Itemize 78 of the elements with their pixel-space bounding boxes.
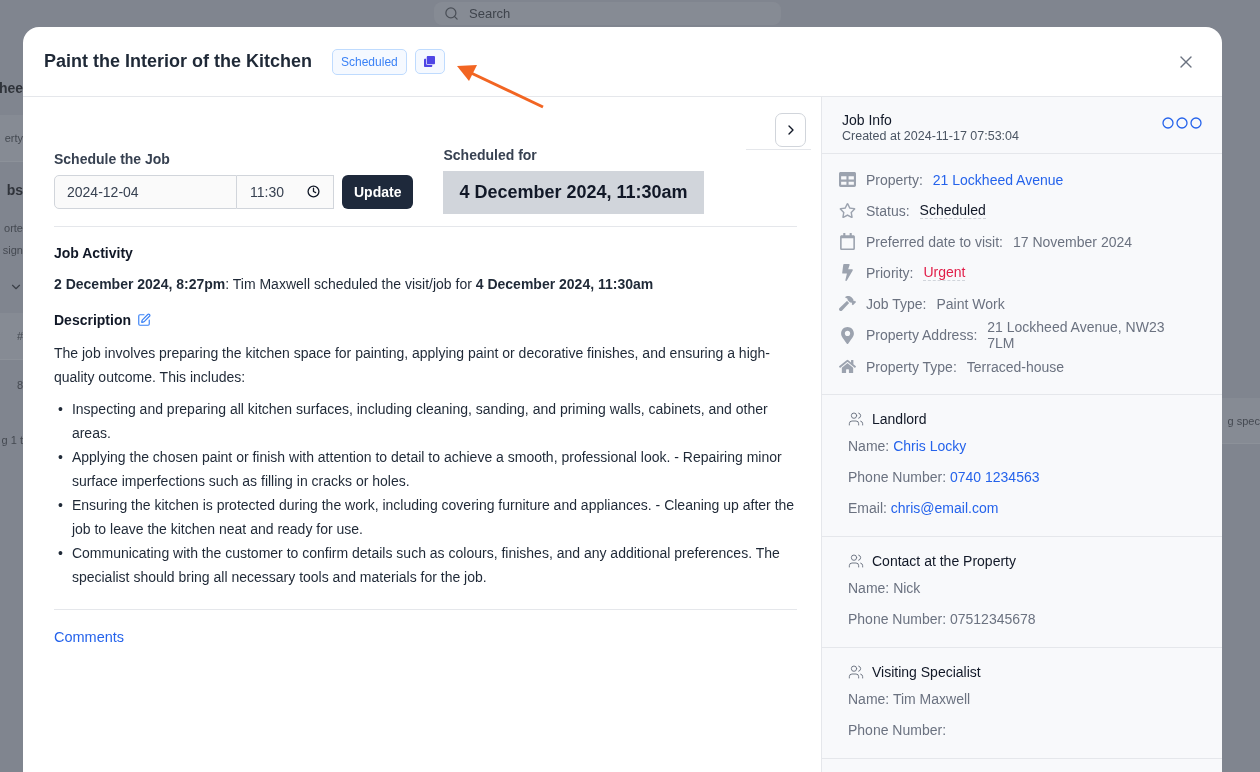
background-text: hee (0, 79, 23, 96)
contact-value: 07512345678 (949, 611, 1036, 627)
users-icon (848, 411, 864, 427)
contact-label: Name: (848, 580, 890, 596)
created-date: Created at 2024-11-17 07:53:04 (842, 129, 1019, 143)
schedule-label: Schedule the Job (54, 151, 171, 167)
users-icon (848, 553, 864, 569)
search-field[interactable]: Search (434, 2, 781, 25)
background-text: bs (6, 181, 23, 198)
users-icon (848, 664, 864, 680)
background-text: 8 (16, 379, 23, 391)
background-text: # (16, 330, 23, 342)
more-icon[interactable] (1162, 117, 1202, 129)
house-icon (838, 358, 856, 375)
bullet-mark: • (57, 544, 63, 563)
copy-button[interactable] (414, 49, 445, 74)
scheduled-for-label: Scheduled for (443, 147, 538, 163)
contact-label: Phone Number: (848, 611, 947, 627)
map-pin-icon (838, 326, 856, 344)
panel-title: Job Info (842, 112, 893, 128)
contact-title: Visiting Specialist (872, 664, 981, 680)
contact-link[interactable]: Chris Locky (893, 438, 967, 454)
edit-icon[interactable] (137, 313, 151, 327)
contact-title: Contact at the Property (872, 553, 1016, 569)
date-field[interactable]: 2024-12-04 (54, 175, 237, 209)
info-value: 17 November 2024 (1012, 233, 1133, 250)
info-label: Property Address: (866, 327, 978, 343)
contact-link[interactable]: 0740 1234563 (949, 469, 1040, 485)
time-field[interactable]: 11:30 (237, 175, 334, 209)
description-item: Ensuring the kitchen is protected during the work, including covering furniture and appliances. - Cleaning up after the job to leave the kitchen neat and ready for use. (71, 496, 796, 539)
info-value: Scheduled (919, 202, 986, 219)
dialog-title: Paint the Interior of the Kitchen (44, 51, 312, 72)
contact-label: Name: (848, 691, 890, 707)
update-button[interactable]: Update (342, 175, 414, 209)
info-label: Job Type: (866, 295, 927, 312)
contact-value: Nick (893, 580, 921, 596)
description-item: Applying the chosen paint or finish with attention to detail to achieve a smooth, professional look. - Repairing minor surface imperfections such as filling in cracks or holes. (71, 448, 783, 491)
info-label: Property Type: (866, 358, 957, 375)
scheduled-date: 4 December 2024, 11:30am (443, 171, 704, 214)
info-value: Terraced-house (966, 358, 1065, 375)
contact-label: Phone Number: (848, 721, 948, 740)
contact-link[interactable]: chris@email.com (890, 500, 999, 516)
comments-link[interactable]: Comments (54, 629, 125, 645)
info-label: Status: (866, 202, 910, 219)
description-text: The job involves preparing the kitchen space for painting, applying paint or decorative finishes, and ensuring a high-quality outcome. This includes: (54, 344, 771, 387)
property-link[interactable]: 21 Lockheed Avenue (932, 171, 1064, 188)
description-item: Inspecting and preparing all kitchen surfaces, including cleaning, sanding, and priming walls, cabinets, and other areas. (71, 400, 769, 443)
info-value: Urgent (923, 264, 966, 281)
background-text: erty (4, 132, 23, 144)
clock-icon (307, 185, 320, 198)
contact-title: Landlord (872, 411, 927, 427)
contact-label: Name: (848, 438, 890, 454)
background-text: g spec (1227, 414, 1260, 427)
bullet-mark: • (57, 496, 63, 515)
background-text: sign (2, 244, 23, 256)
hammer-icon (838, 295, 856, 312)
contact-label: Phone Number: (848, 469, 947, 485)
contact-label: Email: (848, 500, 887, 516)
section-heading: Job Activity (54, 245, 134, 261)
info-label: Preferred date to visit: (866, 233, 1003, 250)
info-value: 21 Lockheed Avenue, NW23 7LM (987, 319, 1166, 351)
grid-icon (838, 171, 856, 188)
bullet-mark: • (57, 448, 63, 467)
info-label: Priority: (866, 264, 914, 281)
bullet-mark: • (57, 400, 63, 419)
info-label: Property: (866, 171, 923, 188)
star-icon (838, 202, 856, 219)
contact-value: Tim Maxwell (892, 691, 971, 707)
copy-icon (424, 56, 436, 67)
calendar-icon (838, 233, 856, 250)
activity-entry: 2 December 2024, 8:27pm: Tim Maxwell scheduled the visit/job for 4 December 2024, 11:30am (54, 275, 655, 294)
status-badge: Scheduled (332, 48, 407, 75)
search-icon (444, 6, 459, 21)
description-item: Communicating with the customer to confirm details such as colours, finishes, and any additional preferences. The specialist should bring all necessary tools and materials for the job. (71, 544, 781, 587)
section-heading: Description (54, 312, 131, 328)
info-value: Paint Work (936, 295, 1005, 312)
next-button[interactable] (775, 113, 806, 147)
background-text: orte (4, 222, 23, 234)
